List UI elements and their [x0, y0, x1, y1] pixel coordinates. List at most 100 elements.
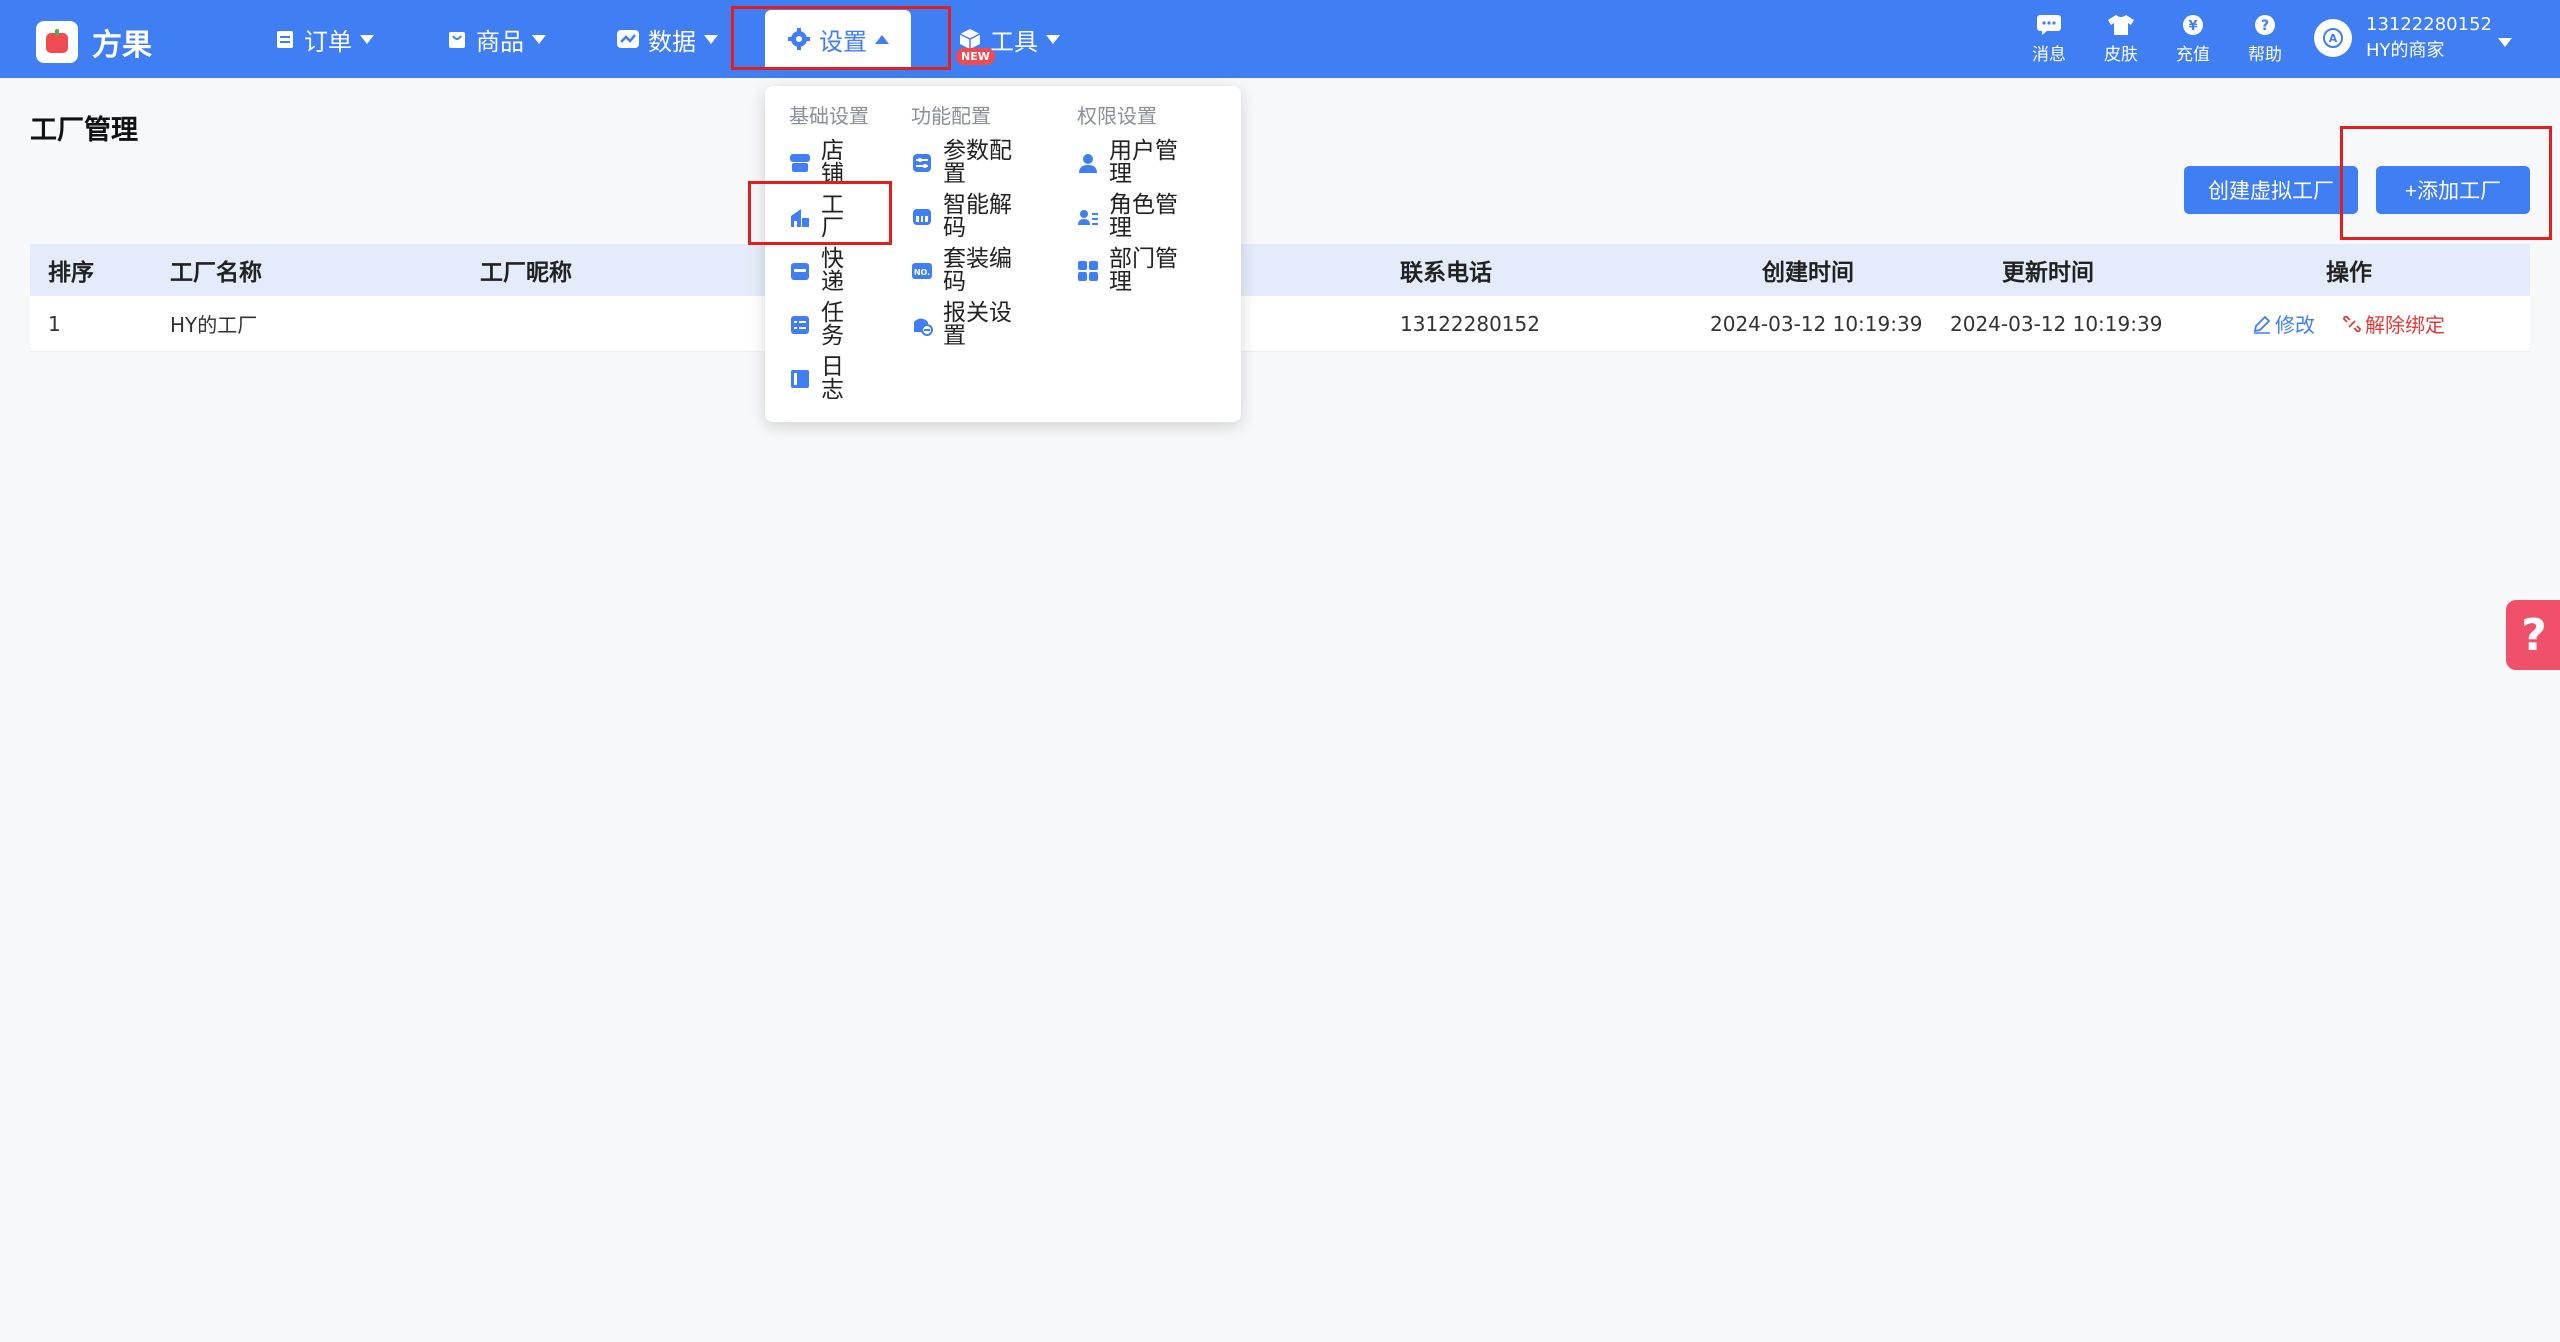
new-badge: NEW [956, 48, 995, 65]
account-menu[interactable]: A 13122280152 HY的商家 [2314, 12, 2492, 64]
skin-label: 皮肤 [2104, 45, 2138, 65]
settings-dropdown-menu: 基础设置 功能配置 权限设置 店铺 工厂 快递 任务 日志 参数配置 智能解码 … [765, 86, 1241, 422]
header-factory-name[interactable]: 工厂名称 [170, 244, 262, 296]
header-factory-nickname[interactable]: 工厂昵称 [480, 244, 572, 296]
nav-data-label: 数据 [648, 27, 696, 56]
menu-user-management-label: 用户管理 [1109, 138, 1178, 187]
annotation-settings-box [731, 6, 951, 70]
floating-help-button[interactable]: ? [2506, 600, 2560, 670]
pencil-icon [2253, 315, 2271, 334]
table-header: 排序 工厂名称 工厂昵称 联系电话 创建时间 更新时间 操作 [30, 244, 2530, 296]
menu-set-encode-label: 套装编码 [943, 246, 1012, 295]
nav-tools[interactable]: 工具 [958, 0, 1060, 78]
menu-express[interactable]: 快递 [789, 248, 859, 294]
edit-label: 修改 [2275, 313, 2315, 337]
chevron-down-icon [360, 34, 374, 44]
header-phone[interactable]: 联系电话 [1400, 244, 1492, 296]
menu-set-encode[interactable]: NO. 套装编码 [911, 248, 1031, 294]
unlink-icon [2343, 315, 2361, 332]
chevron-down-icon [1046, 34, 1060, 44]
yuan-icon: ¥ [2183, 15, 2203, 35]
row-created: 2024-03-12 10:19:39 [1710, 311, 1923, 336]
chevron-down-icon[interactable] [2498, 38, 2512, 47]
menu-log-label: 日志 [821, 354, 844, 403]
recharge-label: 充值 [2176, 45, 2210, 65]
nav-order[interactable]: 订单 [274, 0, 374, 78]
messages-label: 消息 [2032, 45, 2066, 65]
row-factory-name: HY的工厂 [170, 313, 258, 337]
skin-button[interactable]: 皮肤 [2091, 14, 2151, 65]
menu-store[interactable]: 店铺 [789, 140, 859, 186]
col-permission-title: 权限设置 [1077, 104, 1157, 128]
menu-customs-settings-label: 报关设置 [943, 300, 1012, 349]
role-card-icon [1078, 210, 1098, 225]
menu-log[interactable]: 日志 [789, 356, 859, 402]
log-book-icon [791, 370, 809, 388]
menu-smart-decode-label: 智能解码 [943, 192, 1012, 241]
grid-icon [1078, 261, 1098, 281]
col-basic-settings-title: 基础设置 [789, 104, 869, 128]
task-list-icon [791, 316, 809, 334]
menu-department-management-label: 部门管理 [1109, 246, 1178, 295]
header-order[interactable]: 排序 [48, 244, 94, 296]
unbind-label: 解除绑定 [2365, 313, 2445, 337]
help-button[interactable]: ? 帮助 [2235, 14, 2295, 65]
col-feature-config-title: 功能配置 [911, 104, 991, 128]
edit-link[interactable]: 修改 [2252, 296, 2315, 351]
menu-role-management-label: 角色管理 [1109, 192, 1178, 241]
header-actions: 操作 [2326, 260, 2372, 286]
nav-order-label: 订单 [304, 27, 352, 56]
question-mark-icon: ? [2521, 609, 2547, 661]
menu-smart-decode[interactable]: 智能解码 [911, 194, 1031, 240]
app-name: 方果 [92, 28, 152, 63]
row-order: 1 [48, 311, 61, 336]
sliders-icon [913, 154, 931, 172]
clipboard-icon [277, 31, 293, 48]
annotation-factory-box [748, 181, 892, 245]
menu-role-management[interactable]: 角色管理 [1077, 194, 1197, 240]
create-virtual-factory-button[interactable]: 创建虚拟工厂 [2184, 166, 2358, 214]
menu-task[interactable]: 任务 [789, 302, 859, 348]
page-title: 工厂管理 [30, 115, 138, 146]
help-label: 帮助 [2248, 45, 2282, 65]
top-nav-bar: 方果 订单 商品 数据 设置 工具 NEW 消息 皮肤 ¥ 充值 ? 帮助 A … [0, 0, 2560, 78]
account-phone: 13122280152 [2366, 14, 2492, 35]
user-avatar-icon: A [2323, 28, 2343, 48]
nav-goods-label: 商品 [476, 27, 524, 56]
svg-text:NO.: NO. [914, 268, 930, 277]
nav-goods[interactable]: 商品 [446, 0, 546, 78]
header-updated[interactable]: 更新时间 [2002, 244, 2094, 296]
bag-icon [449, 32, 465, 48]
customs-icon [914, 318, 933, 336]
menu-param-config[interactable]: 参数配置 [911, 140, 1031, 186]
question-icon: ? [2255, 15, 2275, 35]
shirt-icon [2108, 15, 2134, 35]
table-row[interactable]: 1 HY的工厂 13122280152 2024-03-12 10:19:39 … [30, 296, 2530, 352]
account-merchant: HY的商家 [2366, 40, 2445, 61]
app-logo[interactable]: 方果 [36, 20, 152, 64]
nav-data[interactable]: 数据 [616, 0, 718, 78]
svg-text:¥: ¥ [2188, 19, 2197, 34]
chevron-down-icon [704, 34, 718, 44]
unbind-link[interactable]: 解除绑定 [2342, 296, 2445, 351]
menu-customs-settings[interactable]: 报关设置 [911, 302, 1031, 348]
number-tag-icon: NO. [912, 263, 932, 279]
store-icon [790, 154, 810, 172]
header-created[interactable]: 创建时间 [1762, 244, 1854, 296]
row-phone: 13122280152 [1400, 311, 1540, 336]
annotation-add-factory-box [2340, 126, 2552, 240]
avatar: A [2314, 19, 2352, 57]
svg-text:A: A [2329, 32, 2338, 45]
recharge-button[interactable]: ¥ 充值 [2163, 14, 2223, 65]
menu-task-label: 任务 [821, 300, 844, 349]
messages-button[interactable]: 消息 [2019, 14, 2079, 65]
menu-user-management[interactable]: 用户管理 [1077, 140, 1197, 186]
chart-icon [617, 30, 639, 48]
row-updated: 2024-03-12 10:19:39 [1950, 311, 2163, 336]
barcode-icon [913, 209, 931, 225]
menu-department-management[interactable]: 部门管理 [1077, 248, 1197, 294]
user-icon [1079, 154, 1097, 173]
svg-text:?: ? [2261, 18, 2269, 34]
chevron-down-icon [532, 34, 546, 44]
factory-table: 排序 工厂名称 工厂昵称 联系电话 创建时间 更新时间 操作 1 HY的工厂 1… [30, 244, 2530, 352]
